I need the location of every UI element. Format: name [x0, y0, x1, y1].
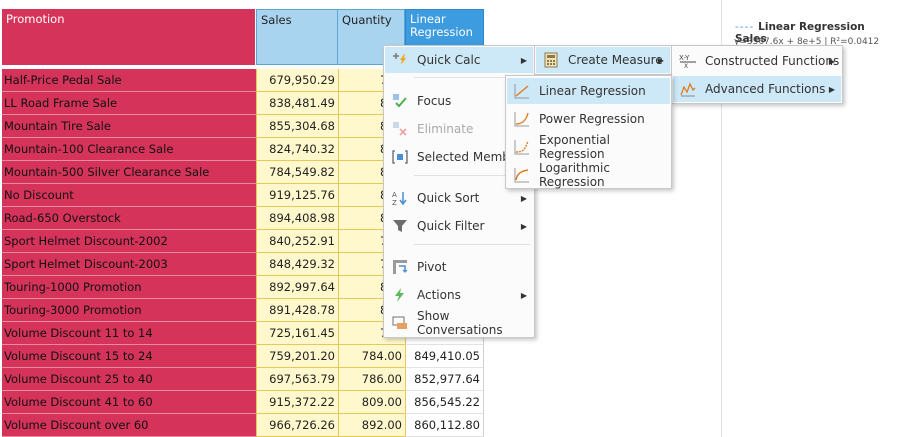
cell-sales[interactable]: 838,481.49: [256, 92, 338, 115]
cell-sales[interactable]: 915,372.22: [256, 391, 338, 414]
menu-item-power-regression[interactable]: Power Regression: [507, 106, 670, 132]
cell-promotion[interactable]: Volume Discount 25 to 40: [2, 368, 256, 391]
cell-linear-regression[interactable]: 852,977.64: [405, 368, 484, 391]
cell-promotion[interactable]: Touring-3000 Promotion: [2, 299, 256, 322]
filter-icon: [391, 217, 409, 235]
quick-calc-submenu: Create Measure ▶: [534, 45, 672, 75]
cell-promotion[interactable]: Sport Helmet Discount-2002: [2, 230, 256, 253]
cell-promotion[interactable]: Volume Discount 15 to 24: [2, 345, 256, 368]
menu-item-advanced-functions[interactable]: Advanced Functions ▶: [673, 76, 841, 102]
table-row[interactable]: Volume Discount 25 to 40 697,563.79 786.00…: [2, 368, 484, 391]
menu-item-actions[interactable]: Actions ▶: [385, 282, 533, 308]
table-row[interactable]: Volume Discount over 60 966,726.26 892.00 8…: [2, 414, 484, 437]
cell-sales[interactable]: 848,429.32: [256, 253, 338, 276]
cell-promotion[interactable]: LL Road Frame Sale: [2, 92, 256, 115]
cell-sales[interactable]: 697,563.79: [256, 368, 338, 391]
cell-linear-regression[interactable]: 849,410.05: [405, 345, 484, 368]
conversation-icon: [391, 314, 409, 332]
menu-item-pivot[interactable]: Pivot: [385, 254, 533, 280]
cell-sales[interactable]: 855,304.68: [256, 115, 338, 138]
submenu-arrow-icon: ▶: [657, 55, 664, 65]
cell-linear-regression[interactable]: 856,545.22: [405, 391, 484, 414]
cell-promotion[interactable]: Mountain Tire Sale: [2, 115, 256, 138]
menu-item-constructed-functions[interactable]: X-Y X Constructed Functions ▶: [673, 48, 841, 74]
cell-sales[interactable]: 679,950.29: [256, 69, 338, 92]
cell-sales[interactable]: 840,252.91: [256, 230, 338, 253]
menu-item-quick-filter[interactable]: Quick Filter ▶: [385, 213, 533, 239]
cell-quantity[interactable]: 784.00: [338, 345, 405, 368]
cell-promotion[interactable]: Mountain-100 Clearance Sale: [2, 138, 256, 161]
svg-text:A: A: [392, 191, 397, 199]
menu-item-linear-regression[interactable]: Linear Regression: [507, 78, 670, 104]
cell-sales[interactable]: 966,726.26: [256, 414, 338, 437]
cell-sales[interactable]: 891,428.78: [256, 299, 338, 322]
cell-quantity[interactable]: 786.00: [338, 368, 405, 391]
table-row[interactable]: Volume Discount 41 to 60 915,372.22 809.00…: [2, 391, 484, 414]
advanced-functions-icon: [679, 80, 697, 98]
cell-promotion[interactable]: Touring-1000 Promotion: [2, 276, 256, 299]
menu-item-exponential-regression[interactable]: Exponential Regression: [507, 133, 670, 161]
create-measure-submenu: X-Y X Constructed Functions ▶ Advanced Fu…: [671, 45, 843, 104]
selected-members-icon: [391, 148, 409, 166]
calculator-icon: [542, 51, 560, 69]
logarithmic-regression-icon: [513, 166, 531, 184]
cell-sales[interactable]: 759,201.20: [256, 345, 338, 368]
submenu-arrow-icon: ▶: [520, 55, 527, 65]
menu-separator: [414, 244, 530, 245]
cell-promotion[interactable]: Mountain-500 Silver Clearance Sale: [2, 161, 256, 184]
menu-item-show-conversations[interactable]: Show Conversations: [385, 309, 533, 337]
function-icon: X-Y X: [679, 52, 697, 70]
quick-calc-icon: [391, 51, 409, 69]
cell-promotion[interactable]: Half-Price Pedal Sale: [2, 69, 256, 92]
lightning-icon: [391, 286, 409, 304]
pivot-icon: [391, 258, 409, 276]
cell-promotion[interactable]: Volume Discount 41 to 60: [2, 391, 256, 414]
submenu-arrow-icon: ▶: [828, 84, 835, 94]
submenu-arrow-icon: ▶: [828, 56, 835, 66]
cell-sales[interactable]: 894,408.98: [256, 207, 338, 230]
sort-az-icon: AZ: [391, 189, 409, 207]
focus-icon: [391, 92, 409, 110]
cell-sales[interactable]: 892,997.64: [256, 276, 338, 299]
cell-sales[interactable]: 824,740.32: [256, 138, 338, 161]
cell-promotion[interactable]: Road-650 Overstock: [2, 207, 256, 230]
menu-item-logarithmic-regression[interactable]: Logarithmic Regression: [507, 161, 670, 189]
power-regression-icon: [513, 110, 531, 128]
cell-sales[interactable]: 784,549.82: [256, 161, 338, 184]
svg-text:X: X: [684, 63, 688, 69]
eliminate-icon: [391, 120, 409, 138]
header-sales[interactable]: Sales: [256, 9, 338, 65]
exponential-regression-icon: [513, 138, 531, 156]
svg-text:X-Y: X-Y: [679, 54, 690, 62]
cell-promotion[interactable]: No Discount: [2, 184, 256, 207]
menu-item-quick-calc[interactable]: Quick Calc ▶: [385, 47, 533, 73]
submenu-arrow-icon: ▶: [520, 221, 527, 231]
legend-line-icon: ----: [735, 21, 755, 33]
submenu-arrow-icon: ▶: [520, 193, 527, 203]
advanced-functions-submenu: Linear Regression Power Regression Expon…: [505, 75, 672, 189]
cell-promotion[interactable]: Volume Discount 11 to 14: [2, 322, 256, 345]
cell-quantity[interactable]: 892.00: [338, 414, 405, 437]
cell-linear-regression[interactable]: 860,112.80: [405, 414, 484, 437]
cell-promotion[interactable]: Volume Discount over 60: [2, 414, 256, 437]
header-promotion[interactable]: Promotion: [2, 9, 256, 65]
submenu-arrow-icon: ▶: [520, 290, 527, 300]
linear-regression-icon: [513, 82, 531, 100]
cell-promotion[interactable]: Sport Helmet Discount-2003: [2, 253, 256, 276]
menu-item-create-measure[interactable]: Create Measure ▶: [536, 47, 670, 73]
cell-sales[interactable]: 725,161.45: [256, 322, 338, 345]
cell-sales[interactable]: 919,125.76: [256, 184, 338, 207]
cell-quantity[interactable]: 809.00: [338, 391, 405, 414]
svg-text:Z: Z: [392, 199, 397, 206]
table-row[interactable]: Volume Discount 15 to 24 759,201.20 784.00…: [2, 345, 484, 368]
